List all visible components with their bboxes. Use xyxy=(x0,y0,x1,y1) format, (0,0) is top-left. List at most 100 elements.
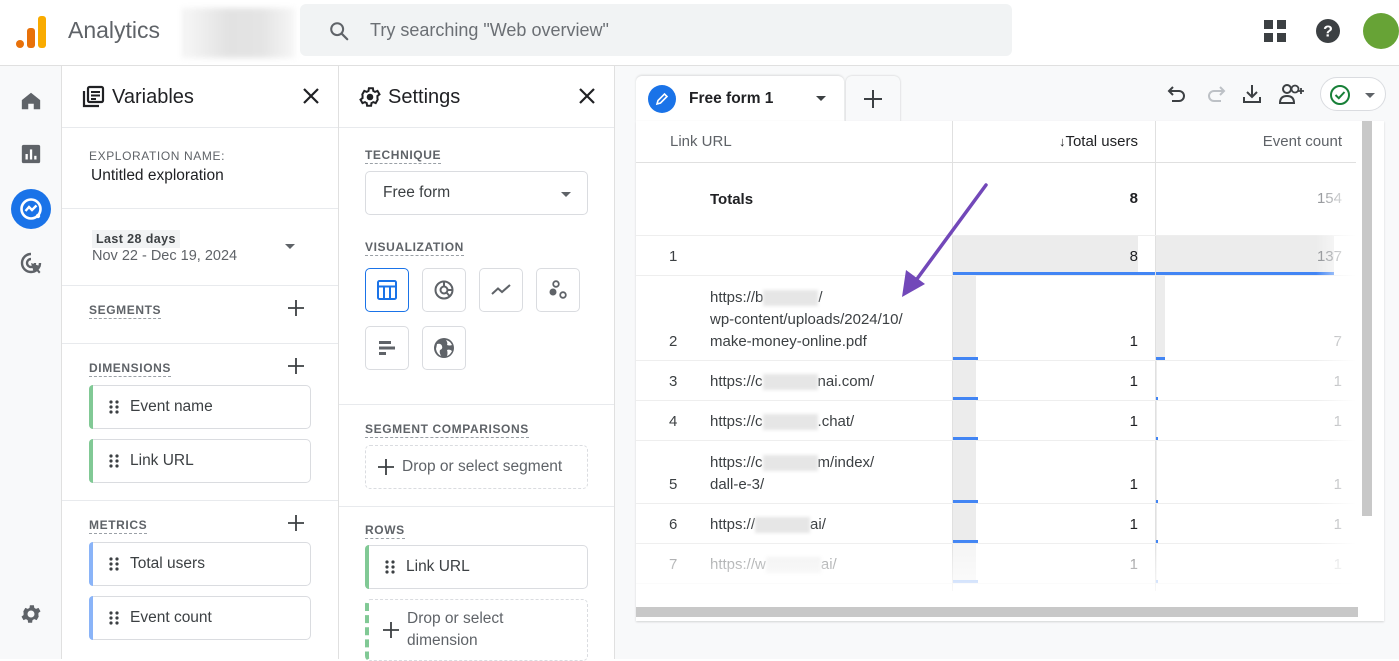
drag-handle-icon xyxy=(109,400,119,414)
redacted-text xyxy=(762,455,818,472)
viz-bar-button[interactable] xyxy=(365,326,409,370)
horizontal-scrollbar[interactable] xyxy=(636,607,1358,617)
users-bar-line xyxy=(953,540,978,543)
status-menu-button[interactable] xyxy=(1320,77,1386,111)
table-row[interactable]: 2 https://b / wp-content/uploads/2024/10/ma… xyxy=(636,276,1356,361)
link-url-cell[interactable]: https://b / wp-content/uploads/2024/10/mak… xyxy=(710,287,903,353)
nav-home[interactable] xyxy=(11,81,51,121)
redacted-text xyxy=(762,374,818,391)
column-header-total-users[interactable]: ↓Total users xyxy=(952,121,1138,163)
total-users-cell: 1 xyxy=(1129,413,1138,430)
close-icon[interactable] xyxy=(578,87,596,105)
redacted-text xyxy=(765,557,821,574)
row-dimension-chip[interactable]: Link URL xyxy=(365,545,588,589)
users-bar-line xyxy=(953,580,978,583)
tab-menu-caret-icon[interactable] xyxy=(816,96,826,101)
add-metric-plus-icon[interactable] xyxy=(288,515,304,531)
search-input[interactable] xyxy=(370,4,970,56)
technique-label: TECHNIQUE xyxy=(365,148,442,164)
link-url-cell[interactable]: https://c .chat/ xyxy=(710,411,854,433)
row-number: 3 xyxy=(669,373,678,390)
horizontal-bar-icon xyxy=(379,341,395,355)
globe-icon xyxy=(434,338,454,358)
close-icon[interactable] xyxy=(302,87,320,105)
url-line: dall-e-3/ xyxy=(710,476,765,493)
column-header-link-url[interactable]: Link URL xyxy=(670,121,732,163)
vertical-scrollbar[interactable] xyxy=(1362,121,1372,516)
free-form-table: Link URL ↓Total users Event count Totals… xyxy=(636,121,1384,621)
settings-panel: Settings TECHNIQUE Free form VISUALIZATI… xyxy=(339,66,615,661)
target-click-icon xyxy=(20,252,42,274)
dimension-chip[interactable]: Link URL xyxy=(89,439,311,483)
viz-table-button[interactable] xyxy=(365,268,409,312)
add-dimension-plus-icon[interactable] xyxy=(288,358,304,374)
date-range-picker[interactable]: Last 28 days Nov 22 - Dec 19, 2024 xyxy=(62,209,338,286)
variables-title: Variables xyxy=(112,86,194,108)
link-url-cell[interactable]: https://c m/index/dall-e-3/ xyxy=(710,452,874,496)
analytics-logo-icon[interactable] xyxy=(16,14,48,48)
viz-geo-button[interactable] xyxy=(422,326,466,370)
drop-segment-target[interactable]: Drop or select segment xyxy=(365,445,588,489)
tab-free-form-1[interactable]: Free form 1 xyxy=(636,76,844,122)
app-title: Analytics xyxy=(68,17,161,43)
avatar[interactable] xyxy=(1363,13,1399,49)
viz-scatter-button[interactable] xyxy=(536,268,580,312)
add-tab-button[interactable] xyxy=(846,76,900,122)
share-add-user-icon[interactable] xyxy=(1278,83,1306,105)
nav-reports[interactable] xyxy=(11,134,51,174)
table-header: Link URL ↓Total users Event count xyxy=(636,121,1356,163)
technique-select[interactable]: Free form xyxy=(365,171,588,215)
link-url-cell[interactable]: https://w ai/ xyxy=(710,554,837,576)
table-row[interactable]: 5 https://c m/index/dall-e-3/1 1 xyxy=(636,441,1356,504)
viz-donut-button[interactable] xyxy=(422,268,466,312)
dimension-chip[interactable]: Event name xyxy=(89,385,311,429)
table-row[interactable]: 4 https://c .chat/1 1 xyxy=(636,401,1356,441)
plus-icon xyxy=(864,90,882,108)
viz-line-button[interactable] xyxy=(479,268,523,312)
event-count-cell: 1 xyxy=(1333,516,1342,533)
dimension-chip-label: Link URL xyxy=(130,452,194,469)
explore-icon xyxy=(20,198,42,220)
download-icon[interactable] xyxy=(1241,83,1263,105)
search-bar[interactable] xyxy=(300,4,1012,56)
link-url-cell[interactable]: https://ai/ xyxy=(710,514,826,536)
account-selector[interactable] xyxy=(183,8,295,58)
caret-down-icon xyxy=(1365,93,1375,98)
table-row[interactable]: 6 https://ai/1 1 xyxy=(636,504,1356,544)
row-number: 5 xyxy=(669,476,678,493)
nav-admin[interactable] xyxy=(11,594,51,634)
redacted-text xyxy=(763,290,819,307)
add-segment-plus-icon[interactable] xyxy=(288,300,304,316)
url-line: https://c .chat/ xyxy=(710,413,855,431)
redo-icon[interactable] xyxy=(1205,83,1227,105)
exploration-canvas: Free form 1 Link URL ↓Total users Event … xyxy=(615,66,1399,659)
events-bar-line xyxy=(1156,500,1158,503)
metric-chip[interactable]: Event count xyxy=(89,596,311,640)
users-bar-line xyxy=(953,500,978,503)
segments-section: SEGMENTS xyxy=(62,286,338,344)
home-icon xyxy=(21,92,41,110)
totals-total-users: 8 xyxy=(1129,190,1138,207)
edit-pencil-icon[interactable] xyxy=(648,85,676,113)
metric-chip-label: Event count xyxy=(130,609,212,626)
nav-advertising[interactable] xyxy=(11,243,51,283)
total-users-cell: 1 xyxy=(1129,556,1138,573)
apps-grid-icon[interactable] xyxy=(1264,20,1286,42)
events-bar-line xyxy=(1156,272,1334,275)
total-users-cell: 1 xyxy=(1129,476,1138,493)
donut-chart-icon xyxy=(434,280,454,300)
variables-icon xyxy=(82,85,105,108)
column-header-event-count[interactable]: Event count xyxy=(1156,121,1342,163)
help-icon[interactable]: ? xyxy=(1316,19,1340,43)
nav-explore[interactable] xyxy=(11,189,51,229)
metric-chip[interactable]: Total users xyxy=(89,542,311,586)
link-url-cell[interactable]: https://c nai.com/ xyxy=(710,371,874,393)
exploration-name-field[interactable]: Untitled exploration xyxy=(91,167,224,185)
undo-icon[interactable] xyxy=(1166,83,1188,105)
drop-dimension-target[interactable]: Drop or select dimension xyxy=(365,599,588,661)
table-row[interactable]: 1 8 137 xyxy=(636,236,1356,276)
table-row[interactable]: 7 https://w ai/1 1 xyxy=(636,544,1356,584)
table-icon xyxy=(377,280,397,300)
table-row[interactable]: 3 https://c nai.com/1 1 xyxy=(636,361,1356,401)
tab-label: Free form 1 xyxy=(689,90,774,107)
